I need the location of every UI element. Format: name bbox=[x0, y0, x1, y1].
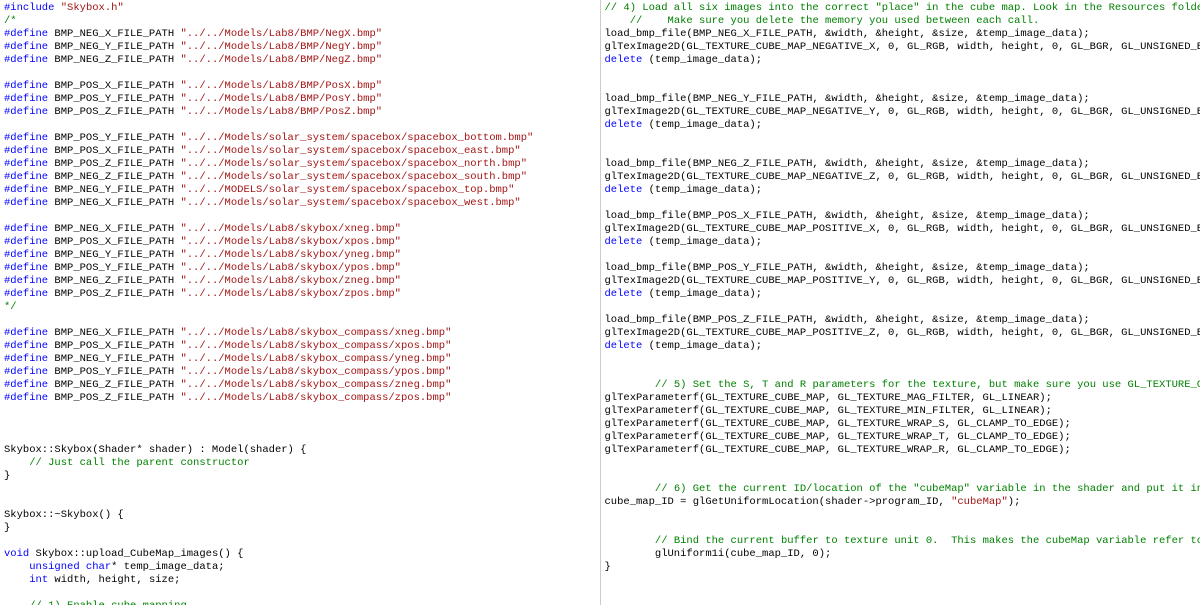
code-line[interactable]: delete (temp_image_data); bbox=[605, 184, 1197, 197]
code-line[interactable]: #define BMP_NEG_X_FILE_PATH "../../Model… bbox=[4, 223, 596, 236]
code-line[interactable]: glTexImage2D(GL_TEXTURE_CUBE_MAP_NEGATIV… bbox=[605, 41, 1197, 54]
code-line[interactable]: // 1) Enable cube mapping bbox=[4, 600, 596, 605]
code-line[interactable]: load_bmp_file(BMP_POS_Y_FILE_PATH, &widt… bbox=[605, 262, 1197, 275]
code-line[interactable]: #define BMP_NEG_Y_FILE_PATH "../../Model… bbox=[4, 353, 596, 366]
code-line[interactable]: } bbox=[4, 470, 596, 483]
code-line[interactable]: #define BMP_NEG_Z_FILE_PATH "../../Model… bbox=[4, 54, 596, 67]
code-line[interactable]: #define BMP_NEG_Y_FILE_PATH "../../MODEL… bbox=[4, 184, 596, 197]
code-line[interactable] bbox=[605, 457, 1197, 470]
code-line[interactable]: #define BMP_POS_Y_FILE_PATH "../../Model… bbox=[4, 132, 596, 145]
code-line[interactable] bbox=[4, 431, 596, 444]
code-line[interactable] bbox=[4, 535, 596, 548]
code-line[interactable] bbox=[605, 80, 1197, 93]
code-line[interactable] bbox=[605, 132, 1197, 145]
code-line[interactable]: #define BMP_NEG_Z_FILE_PATH "../../Model… bbox=[4, 171, 596, 184]
code-line[interactable]: */ bbox=[4, 301, 596, 314]
code-line[interactable] bbox=[4, 483, 596, 496]
code-line[interactable]: // 4) Load all six images into the corre… bbox=[605, 2, 1197, 15]
code-line[interactable]: glTexParameterf(GL_TEXTURE_CUBE_MAP, GL_… bbox=[605, 431, 1197, 444]
code-line[interactable] bbox=[605, 353, 1197, 366]
code-line[interactable] bbox=[605, 509, 1197, 522]
code-line[interactable] bbox=[605, 197, 1197, 210]
code-line[interactable] bbox=[4, 405, 596, 418]
code-line[interactable]: #define BMP_NEG_Z_FILE_PATH "../../Model… bbox=[4, 275, 596, 288]
code-line[interactable] bbox=[605, 522, 1197, 535]
left-editor-pane[interactable]: #include "Skybox.h"/*#define BMP_NEG_X_F… bbox=[0, 0, 601, 605]
code-line[interactable]: Skybox::Skybox(Shader* shader) : Model(s… bbox=[4, 444, 596, 457]
code-line[interactable]: glTexImage2D(GL_TEXTURE_CUBE_MAP_POSITIV… bbox=[605, 275, 1197, 288]
code-line[interactable]: Skybox::~Skybox() { bbox=[4, 509, 596, 522]
code-line[interactable] bbox=[4, 587, 596, 600]
code-line[interactable]: #define BMP_POS_Y_FILE_PATH "../../Model… bbox=[4, 262, 596, 275]
code-line[interactable]: /* bbox=[4, 15, 596, 28]
code-line[interactable]: int width, height, size; bbox=[4, 574, 596, 587]
code-line[interactable]: glTexParameterf(GL_TEXTURE_CUBE_MAP, GL_… bbox=[605, 444, 1197, 457]
code-line[interactable]: #define BMP_NEG_Z_FILE_PATH "../../Model… bbox=[4, 379, 596, 392]
code-line[interactable] bbox=[605, 470, 1197, 483]
code-line[interactable]: #define BMP_POS_X_FILE_PATH "../../Model… bbox=[4, 145, 596, 158]
code-line[interactable]: glTexImage2D(GL_TEXTURE_CUBE_MAP_POSITIV… bbox=[605, 327, 1197, 340]
code-line[interactable]: load_bmp_file(BMP_POS_Z_FILE_PATH, &widt… bbox=[605, 314, 1197, 327]
right-editor-pane[interactable]: // 4) Load all six images into the corre… bbox=[601, 0, 1200, 605]
code-line[interactable] bbox=[4, 67, 596, 80]
code-line[interactable]: delete (temp_image_data); bbox=[605, 54, 1197, 67]
code-line[interactable] bbox=[4, 496, 596, 509]
code-line[interactable]: #define BMP_POS_Z_FILE_PATH "../../Model… bbox=[4, 288, 596, 301]
code-line[interactable] bbox=[605, 249, 1197, 262]
code-editor-split: #include "Skybox.h"/*#define BMP_NEG_X_F… bbox=[0, 0, 1200, 605]
code-line[interactable]: #define BMP_POS_Z_FILE_PATH "../../Model… bbox=[4, 158, 596, 171]
code-line[interactable] bbox=[4, 119, 596, 132]
code-line[interactable]: #define BMP_NEG_Y_FILE_PATH "../../Model… bbox=[4, 41, 596, 54]
code-line[interactable]: delete (temp_image_data); bbox=[605, 288, 1197, 301]
code-line[interactable]: } bbox=[4, 522, 596, 535]
code-line[interactable]: #define BMP_POS_Y_FILE_PATH "../../Model… bbox=[4, 366, 596, 379]
code-line[interactable]: load_bmp_file(BMP_NEG_Y_FILE_PATH, &widt… bbox=[605, 93, 1197, 106]
code-line[interactable]: // Make sure you delete the memory you u… bbox=[605, 15, 1197, 28]
code-line[interactable]: #define BMP_POS_X_FILE_PATH "../../Model… bbox=[4, 340, 596, 353]
code-line[interactable]: glUniform1i(cube_map_ID, 0); bbox=[605, 548, 1197, 561]
code-line[interactable]: // 6) Get the current ID/location of the… bbox=[605, 483, 1197, 496]
code-line[interactable] bbox=[605, 145, 1197, 158]
code-line[interactable]: delete (temp_image_data); bbox=[605, 236, 1197, 249]
code-line[interactable]: glTexImage2D(GL_TEXTURE_CUBE_MAP_NEGATIV… bbox=[605, 171, 1197, 184]
code-line[interactable]: // Bind the current buffer to texture un… bbox=[605, 535, 1197, 548]
code-line[interactable]: // 5) Set the S, T and R parameters for … bbox=[605, 379, 1197, 392]
code-line[interactable]: delete (temp_image_data); bbox=[605, 119, 1197, 132]
code-line[interactable]: glTexImage2D(GL_TEXTURE_CUBE_MAP_NEGATIV… bbox=[605, 106, 1197, 119]
code-line[interactable] bbox=[4, 314, 596, 327]
code-line[interactable]: #include "Skybox.h" bbox=[4, 2, 596, 15]
code-line[interactable]: unsigned char* temp_image_data; bbox=[4, 561, 596, 574]
code-line[interactable]: void Skybox::upload_CubeMap_images() { bbox=[4, 548, 596, 561]
code-line[interactable]: glTexParameterf(GL_TEXTURE_CUBE_MAP, GL_… bbox=[605, 392, 1197, 405]
code-line[interactable]: #define BMP_POS_X_FILE_PATH "../../Model… bbox=[4, 80, 596, 93]
code-line[interactable]: #define BMP_POS_X_FILE_PATH "../../Model… bbox=[4, 236, 596, 249]
code-line[interactable]: #define BMP_POS_Z_FILE_PATH "../../Model… bbox=[4, 392, 596, 405]
code-line[interactable] bbox=[605, 67, 1197, 80]
code-line[interactable]: load_bmp_file(BMP_NEG_X_FILE_PATH, &widt… bbox=[605, 28, 1197, 41]
code-line[interactable]: #define BMP_NEG_X_FILE_PATH "../../Model… bbox=[4, 327, 596, 340]
code-line[interactable] bbox=[605, 366, 1197, 379]
code-line[interactable]: glTexImage2D(GL_TEXTURE_CUBE_MAP_POSITIV… bbox=[605, 223, 1197, 236]
code-line[interactable]: cube_map_ID = glGetUniformLocation(shade… bbox=[605, 496, 1197, 509]
code-line[interactable]: #define BMP_NEG_Y_FILE_PATH "../../Model… bbox=[4, 249, 596, 262]
code-line[interactable]: #define BMP_POS_Z_FILE_PATH "../../Model… bbox=[4, 106, 596, 119]
code-line[interactable]: #define BMP_POS_Y_FILE_PATH "../../Model… bbox=[4, 93, 596, 106]
code-line[interactable]: glTexParameterf(GL_TEXTURE_CUBE_MAP, GL_… bbox=[605, 418, 1197, 431]
code-line[interactable] bbox=[4, 210, 596, 223]
code-line[interactable]: delete (temp_image_data); bbox=[605, 340, 1197, 353]
code-line[interactable]: load_bmp_file(BMP_NEG_Z_FILE_PATH, &widt… bbox=[605, 158, 1197, 171]
code-line[interactable]: #define BMP_NEG_X_FILE_PATH "../../Model… bbox=[4, 28, 596, 41]
code-line[interactable]: load_bmp_file(BMP_POS_X_FILE_PATH, &widt… bbox=[605, 210, 1197, 223]
code-line[interactable]: } bbox=[605, 561, 1197, 574]
code-line[interactable] bbox=[4, 418, 596, 431]
code-line[interactable] bbox=[605, 301, 1197, 314]
code-line[interactable]: glTexParameterf(GL_TEXTURE_CUBE_MAP, GL_… bbox=[605, 405, 1197, 418]
code-line[interactable]: #define BMP_NEG_X_FILE_PATH "../../Model… bbox=[4, 197, 596, 210]
code-line[interactable]: // Just call the parent constructor bbox=[4, 457, 596, 470]
